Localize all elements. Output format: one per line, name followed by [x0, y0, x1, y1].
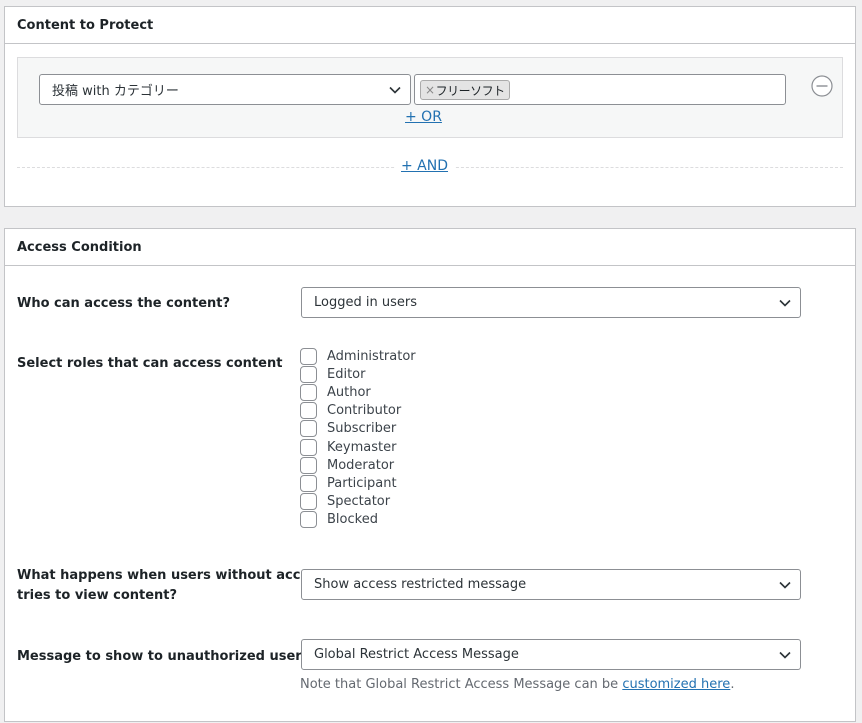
access-condition-header: Access Condition [5, 229, 855, 266]
roles-checkbox-list: Administrator Editor Author Contributor … [300, 347, 416, 529]
content-to-protect-panel: Content to Protect 投稿 with カテゴリー × フリーソフ… [4, 6, 856, 207]
tag-label: フリーソフト [435, 83, 506, 98]
access-condition-panel: Access Condition Who can access the cont… [4, 228, 856, 722]
remove-tag-icon[interactable]: × [425, 83, 435, 97]
role-checkbox[interactable] [300, 365, 317, 383]
customized-here-link[interactable]: customized here [622, 677, 730, 692]
role-moderator[interactable]: Moderator [300, 456, 416, 474]
add-and-link[interactable]: + AND [395, 158, 455, 174]
chevron-down-icon [778, 648, 792, 662]
role-checkbox[interactable] [300, 474, 317, 492]
who-access-value: Logged in users [314, 295, 417, 310]
chevron-down-icon [778, 296, 792, 310]
panel-title: Access Condition [17, 239, 142, 255]
content-to-protect-header: Content to Protect [5, 7, 855, 44]
note-text: Note that Global Restrict Access Message… [300, 677, 623, 692]
role-checkbox[interactable] [300, 511, 317, 529]
role-contributor[interactable]: Contributor [300, 402, 416, 420]
action-label-line1: What happens when users without access [17, 568, 325, 583]
category-tag-input[interactable]: × フリーソフト [414, 74, 786, 105]
rule-type-value: 投稿 with カテゴリー [52, 84, 179, 99]
role-subscriber[interactable]: Subscriber [300, 420, 416, 438]
message-select[interactable]: Global Restrict Access Message [301, 639, 801, 670]
role-checkbox[interactable] [300, 456, 317, 474]
role-checkbox[interactable] [300, 438, 317, 456]
role-participant[interactable]: Participant [300, 474, 416, 492]
role-author[interactable]: Author [300, 383, 416, 401]
message-value: Global Restrict Access Message [314, 647, 519, 662]
who-access-select[interactable]: Logged in users [301, 287, 801, 318]
role-blocked[interactable]: Blocked [300, 511, 416, 529]
roles-label: Select roles that can access content [17, 356, 283, 371]
role-spectator[interactable]: Spectator [300, 493, 416, 511]
role-editor[interactable]: Editor [300, 365, 416, 383]
role-checkbox[interactable] [300, 347, 317, 365]
role-checkbox[interactable] [300, 493, 317, 511]
message-label: Message to show to unauthorized users [17, 649, 310, 664]
role-checkbox[interactable] [300, 402, 317, 420]
add-or-link[interactable]: + OR [405, 109, 442, 125]
restricted-action-select[interactable]: Show access restricted message [301, 569, 801, 600]
role-keymaster[interactable]: Keymaster [300, 438, 416, 456]
panel-title: Content to Protect [17, 17, 154, 33]
chevron-down-icon [388, 83, 402, 97]
chevron-down-icon [778, 578, 792, 592]
who-access-label: Who can access the content? [17, 296, 231, 311]
role-checkbox[interactable] [300, 420, 317, 438]
rule-group: 投稿 with カテゴリー × フリーソフト + OR [17, 57, 843, 138]
restricted-action-value: Show access restricted message [314, 577, 527, 592]
action-label-line2: tries to view content? [17, 588, 178, 603]
remove-rule-icon[interactable] [811, 75, 833, 97]
role-administrator[interactable]: Administrator [300, 347, 416, 365]
note-suffix: . [730, 677, 735, 692]
selected-tag: × フリーソフト [420, 80, 510, 100]
message-note: Note that Global Restrict Access Message… [300, 677, 734, 692]
role-checkbox[interactable] [300, 383, 317, 401]
action-label: What happens when users without access t… [17, 566, 325, 606]
rule-type-select[interactable]: 投稿 with カテゴリー [39, 74, 411, 105]
